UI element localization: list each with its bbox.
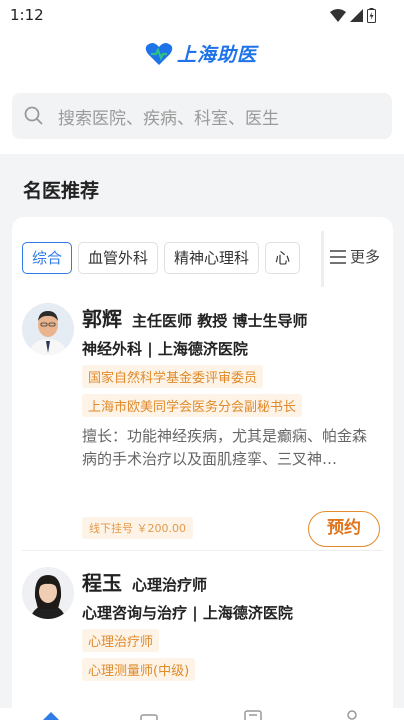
- doctor-tag: 国家自然科学基金委评审委员: [82, 365, 264, 388]
- search-icon: [24, 106, 43, 125]
- tabs-divider: [321, 231, 324, 287]
- home-icon[interactable]: [42, 708, 60, 720]
- tab-partial[interactable]: 心: [265, 242, 301, 274]
- status-time: 1:12: [10, 6, 44, 24]
- profile-icon[interactable]: [344, 710, 360, 720]
- doctor-department: 神经外科 | 上海德济医院: [82, 340, 248, 358]
- search-input[interactable]: 搜索医院、疾病、科室、医生: [12, 93, 392, 139]
- doctor-tag: 心理测量师(中级): [82, 658, 196, 681]
- doctor-specialty: 擅长：功能神经疾病，尤其是癫痫、帕金森病的手术治疗以及面肌痉挛、三叉神…: [82, 427, 368, 468]
- section-title: 名医推荐: [23, 180, 100, 202]
- tab-psychiatry[interactable]: 精神心理科: [164, 242, 260, 274]
- menu-icon: [330, 249, 346, 264]
- avatar: [22, 567, 74, 619]
- battery-icon: [367, 8, 376, 23]
- search-placeholder: 搜索医院、疾病、科室、医生: [58, 108, 279, 129]
- status-icons: [330, 8, 376, 23]
- tab-comprehensive[interactable]: 综合: [22, 242, 73, 274]
- fee-badge: 线下挂号 ￥200.00: [82, 517, 193, 539]
- doctor-department: 心理咨询与治疗 | 上海德济医院: [82, 604, 293, 622]
- doctor-title: 主任医师 教授 博士生导师: [132, 312, 308, 330]
- doctor-name: 程玉: [82, 571, 122, 595]
- heart-logo-icon: [145, 42, 173, 65]
- status-bar: 1:12: [0, 0, 404, 30]
- more-button[interactable]: 更多: [330, 246, 380, 267]
- doctor-card: 综合 血管外科 精神心理科 心 更多 郭辉 主任医师 教授 博士生导师 神经外科…: [12, 217, 393, 720]
- bottom-nav: [0, 708, 404, 720]
- more-label: 更多: [350, 248, 381, 266]
- avatar: [22, 303, 74, 355]
- doctor-name: 郭辉: [82, 307, 122, 331]
- video-icon[interactable]: [140, 714, 164, 720]
- app-name: 上海助医: [177, 44, 258, 66]
- document-icon[interactable]: [243, 710, 263, 720]
- wifi-icon: [330, 9, 346, 22]
- tab-vascular-surgery[interactable]: 血管外科: [78, 242, 159, 274]
- doctor-tag: 上海市欧美同学会医务分会副秘书长: [82, 394, 303, 417]
- app-logo: 上海助医: [145, 40, 257, 67]
- doctor-title: 心理治疗师: [132, 576, 208, 594]
- header: 上海助医 搜索医院、疾病、科室、医生: [0, 30, 404, 154]
- doctor-tag: 心理治疗师: [82, 629, 160, 652]
- book-button[interactable]: 预约: [308, 511, 380, 547]
- divider: [22, 550, 382, 551]
- signal-icon: [350, 9, 363, 22]
- category-tabs: 综合 血管外科 精神心理科 心: [22, 242, 312, 274]
